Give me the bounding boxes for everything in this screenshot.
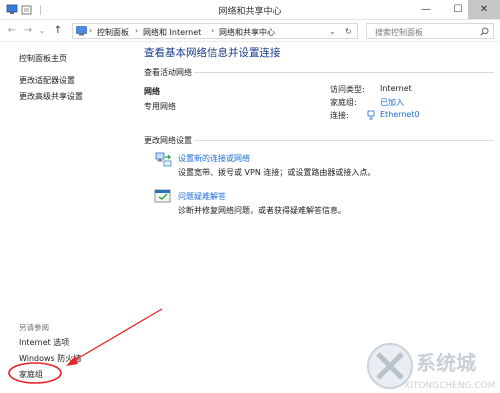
breadcrumb-separator: › — [135, 26, 139, 35]
sidebar-link-advanced-sharing-settings[interactable]: 更改高级共享设置 — [19, 91, 83, 102]
access-type-value: Internet — [380, 84, 412, 93]
sidebar-link-control-panel-home[interactable]: 控制面板主页 — [19, 53, 67, 64]
network-name: 网络 — [144, 87, 160, 96]
watermark-logo: 系统城 XITONGCHENG.COM — [360, 332, 500, 393]
setup-connection-link[interactable]: 设置新的连接或网络 — [178, 153, 250, 164]
troubleshoot-icon — [154, 189, 171, 203]
network-setup-icon — [155, 152, 172, 167]
control-panel-icon — [76, 26, 87, 36]
up-button[interactable]: ↑ — [52, 25, 64, 37]
see-also-link-internet-options[interactable]: Internet 选项 — [19, 337, 69, 348]
address-dropdown-button[interactable]: ⌄ — [329, 27, 336, 36]
search-icon[interactable] — [480, 27, 489, 36]
address-input[interactable]: › 控制面板 › 网络和 Internet › 网络和共享中心 ⌄ ↻ — [72, 23, 358, 39]
network-type: 专用网络 — [144, 102, 176, 111]
back-button[interactable]: ← — [6, 25, 18, 37]
svg-text:XITONGCHENG.COM: XITONGCHENG.COM — [404, 381, 496, 391]
sidebar-link-change-adapter-settings[interactable]: 更改适配器设置 — [19, 75, 75, 86]
minimize-button[interactable]: — — [410, 0, 442, 19]
section-divider — [194, 72, 494, 73]
section-divider — [194, 140, 494, 141]
breadcrumb-separator: › — [89, 26, 93, 35]
title-bar: 网络和共享中心 — ☐ ✕ — [0, 0, 500, 20]
breadcrumb-control-panel[interactable]: 控制面板 — [97, 27, 129, 38]
homegroup-status-link[interactable]: 已加入 — [380, 97, 404, 108]
watermark-graphic: 系统城 XITONGCHENG.COM — [367, 343, 496, 391]
breadcrumb-separator: › — [211, 26, 215, 35]
forward-button[interactable]: → — [22, 25, 34, 37]
troubleshoot-description: 诊断并修复网络问题，或者获得疑难解答信息。 — [178, 206, 346, 215]
refresh-button[interactable]: ↻ — [345, 27, 352, 36]
address-bar: ← → ⌄ ↑ › 控制面板 › 网络和 Internet › 网络和共享中心 … — [0, 20, 500, 42]
homegroup-label: 家庭组: — [330, 98, 357, 107]
svg-text:系统城: 系统城 — [416, 351, 476, 375]
access-type-label: 访问类型: — [330, 85, 365, 94]
see-also-link-windows-firewall[interactable]: Windows 防火墙 — [19, 353, 81, 364]
see-also-link-homegroup[interactable]: 家庭组 — [19, 369, 43, 380]
ethernet-icon — [367, 110, 375, 120]
breadcrumb-network-sharing-center[interactable]: 网络和共享中心 — [219, 27, 275, 38]
sidebar: 控制面板主页 更改适配器设置 更改高级共享设置 另请参阅 Internet 选项… — [0, 43, 132, 393]
ethernet-connection-link[interactable]: Ethernet0 — [380, 110, 420, 119]
setup-connection-description: 设置宽带、拨号或 VPN 连接；或设置路由器或接入点。 — [178, 168, 376, 177]
close-button[interactable]: ✕ — [468, 0, 500, 19]
search-input[interactable]: 搜索控制面板 — [366, 23, 494, 39]
history-dropdown-button[interactable]: ⌄ — [36, 25, 48, 37]
troubleshoot-link[interactable]: 问题疑难解答 — [178, 191, 226, 202]
search-placeholder: 搜索控制面板 — [375, 28, 423, 37]
connections-label: 连接: — [330, 111, 349, 120]
change-network-settings-label: 更改网络设置 — [144, 136, 192, 145]
see-also-label: 另请参阅 — [19, 323, 49, 332]
page-heading: 查看基本网络信息并设置连接 — [144, 47, 281, 59]
breadcrumb-network-internet[interactable]: 网络和 Internet — [143, 27, 201, 38]
active-networks-label: 查看活动网络 — [144, 68, 192, 77]
